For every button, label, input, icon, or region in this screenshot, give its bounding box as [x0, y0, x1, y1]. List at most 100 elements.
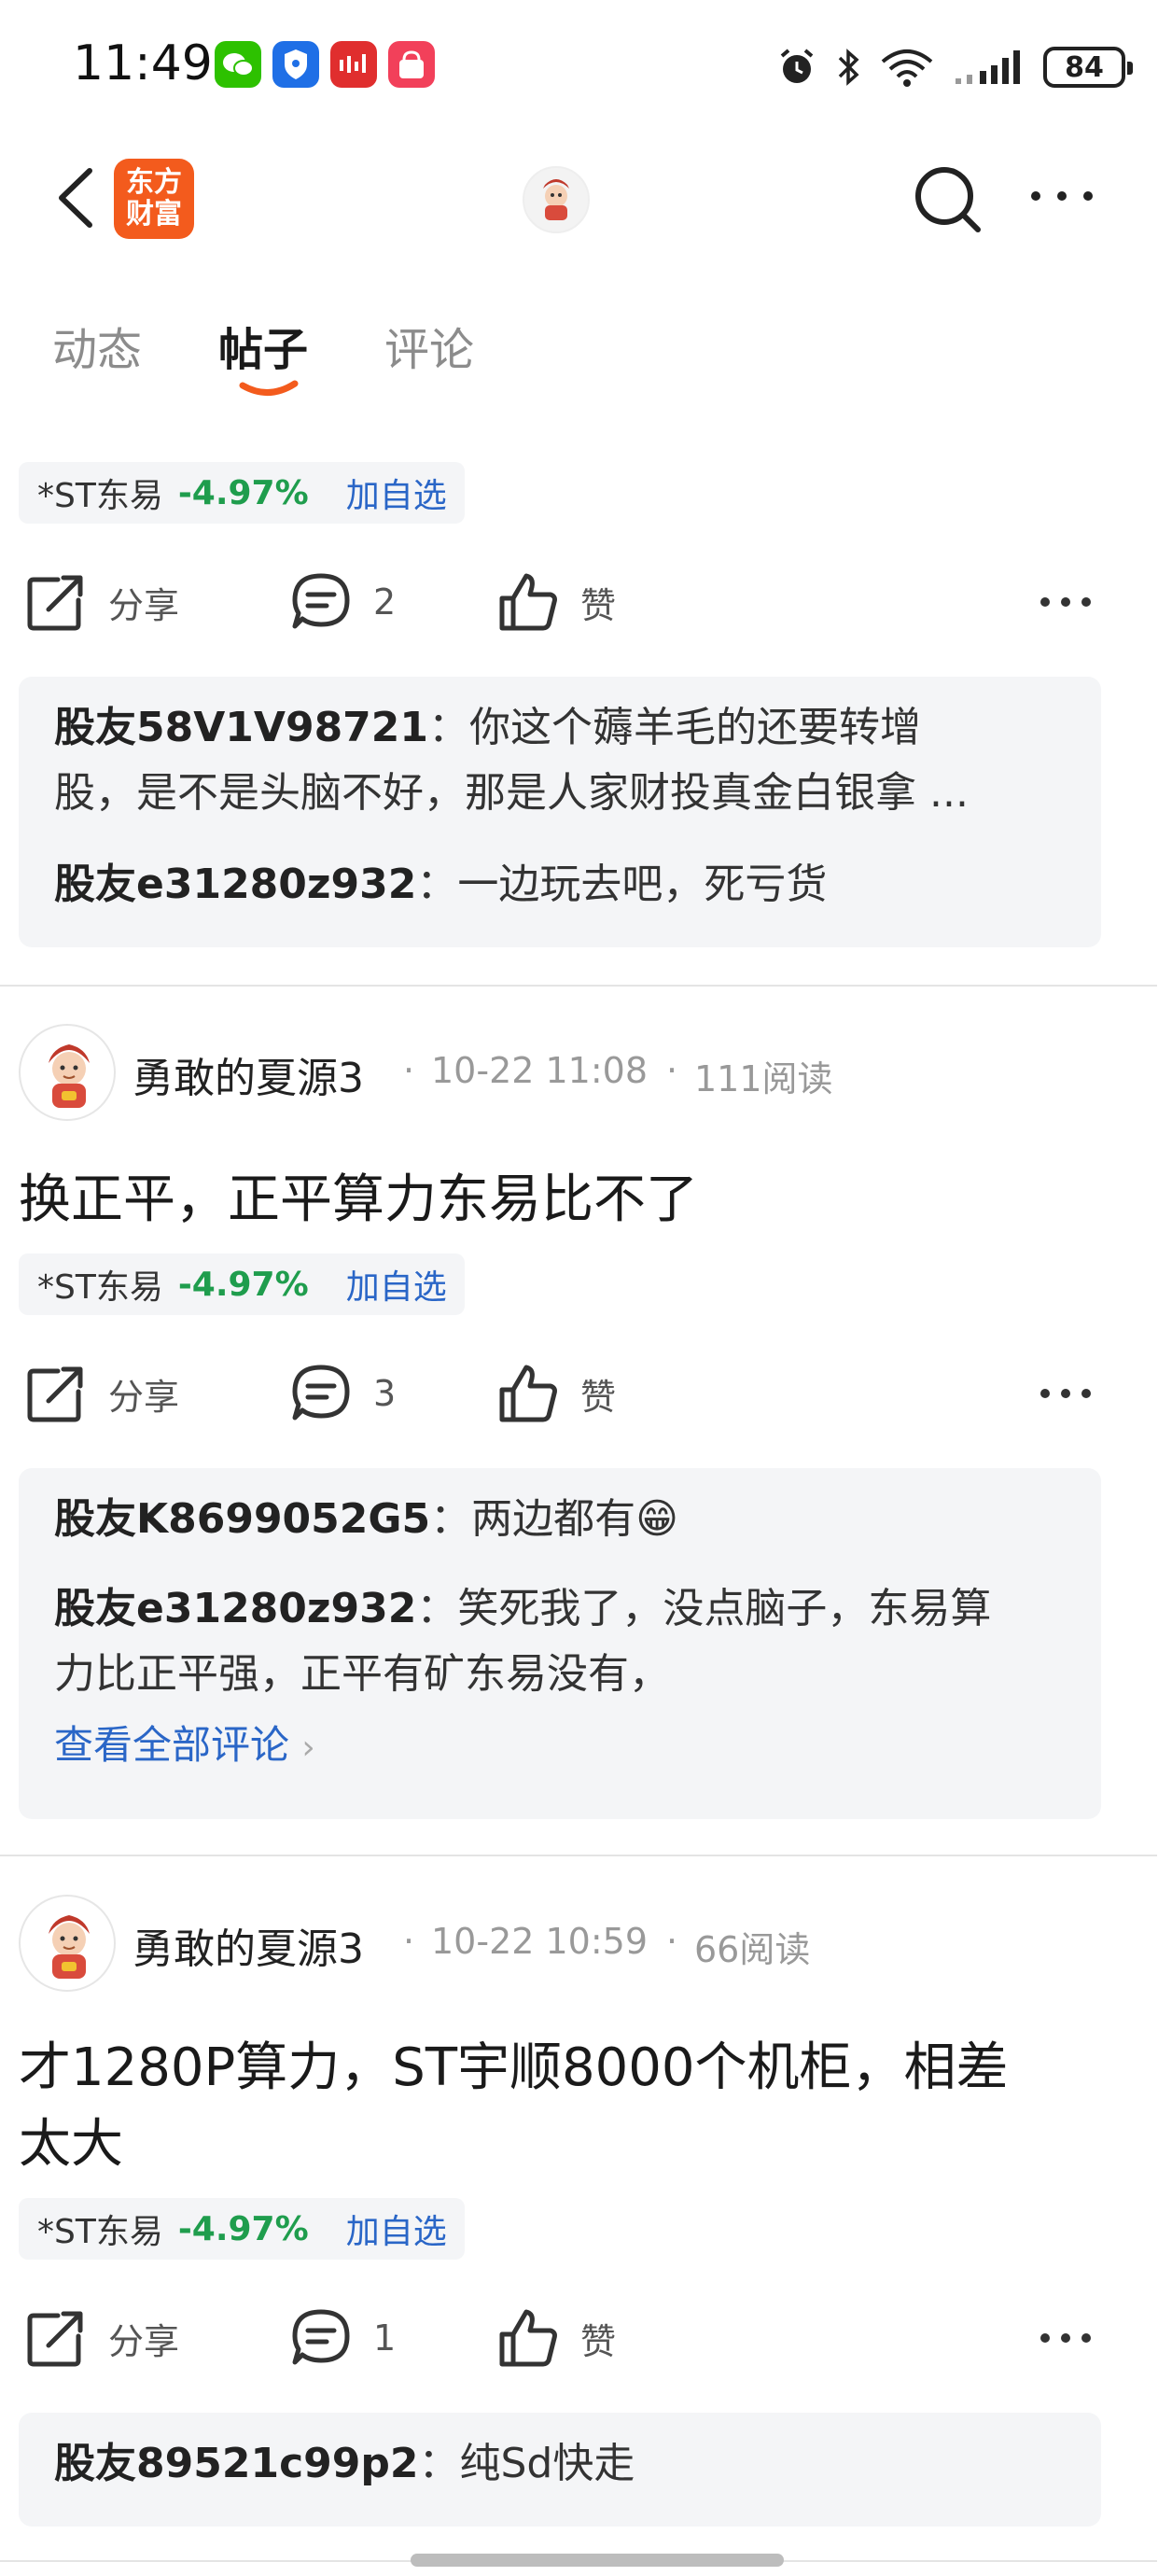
author-avatar[interactable] [19, 1895, 116, 1992]
stock-name: *ST东易 [37, 1268, 163, 1307]
stock-chip[interactable]: *ST东易 -4.97% 加自选 [19, 1253, 465, 1315]
share-button[interactable]: 分享 [26, 565, 179, 639]
post-meta-sep: · [666, 1050, 678, 1091]
thumbs-up-icon [499, 2309, 557, 2367]
more-options-button[interactable] [1025, 177, 1099, 215]
comment-text-cont: 股，是不是头脑不好，那是人家财投真金白银拿 ... [54, 769, 969, 817]
battery-indicator: 84 [1043, 47, 1133, 88]
see-all-comments-link[interactable]: 查看全部评论 › [54, 1713, 1066, 1781]
comment-user[interactable]: 股友e31280z932 [54, 1585, 416, 1632]
add-watchlist-button[interactable]: 加自选 [346, 1260, 447, 1309]
comment-user[interactable]: 股友e31280z932 [54, 861, 416, 908]
thumbs-up-icon [499, 573, 557, 631]
shield-app-icon [272, 41, 319, 88]
post-meta-sep: · [403, 1050, 415, 1091]
like-button[interactable]: 赞 [498, 2301, 616, 2375]
post-time: 10-22 10:59 [431, 1921, 649, 1962]
author-avatar[interactable] [19, 1024, 116, 1121]
back-button[interactable] [49, 163, 105, 233]
status-bar: 11:49 84 [0, 0, 1172, 131]
tab-comments[interactable]: 评论 [384, 313, 474, 378]
read-count: 66阅读 [694, 1929, 811, 1970]
add-watchlist-button[interactable]: 加自选 [346, 2205, 447, 2253]
comment-button[interactable]: 3 [291, 1356, 396, 1431]
share-button[interactable]: 分享 [26, 1356, 179, 1431]
comment-user[interactable]: 股友58V1V98721 [54, 704, 428, 751]
share-icon [27, 575, 83, 631]
status-time: 11:49 [73, 35, 213, 91]
comment-text-cont: 力比正平强，正平有矿东易没有， [54, 1650, 670, 1698]
post-header: 勇敢的夏源3 · 10-22 10:59 · 66阅读 [19, 1895, 1138, 1997]
comment-button[interactable]: 2 [291, 565, 396, 639]
comment-text: 纯Sd快走 [459, 2440, 635, 2487]
comment-icon [292, 1365, 350, 1421]
comment-item: 股友89521c99p2：纯Sd快走 [54, 2440, 635, 2487]
alarm-icon [780, 49, 814, 83]
post-more-icon[interactable] [1036, 1375, 1095, 1412]
comment-count: 2 [373, 581, 397, 623]
comment-icon [292, 2309, 350, 2365]
home-indicator[interactable] [411, 2554, 784, 2567]
post-header: 勇敢的夏源3 · 10-22 11:08 · 111阅读 [19, 1024, 1138, 1127]
comment-icon [292, 573, 350, 629]
content-tabs: 动态 帖子 评论 [0, 280, 1172, 397]
comment-text: 你这个薅羊毛的还要转增 [469, 704, 922, 751]
user-avatar[interactable] [523, 166, 590, 233]
post-actions: 分享 1 赞 [0, 2301, 1172, 2375]
post-time: 10-22 11:08 [431, 1050, 649, 1091]
comment-text: 笑死我了，没点脑子，东易算 [457, 1585, 992, 1632]
active-tab-indicator [239, 380, 299, 396]
east-money-logo[interactable]: 东方 财富 [114, 159, 194, 239]
comment-button[interactable]: 1 [291, 2301, 396, 2375]
tab-posts[interactable]: 帖子 [218, 313, 308, 378]
thumbs-up-icon [499, 1365, 557, 1422]
bluetooth-icon [838, 49, 859, 86]
comment-count: 1 [373, 2317, 397, 2359]
comment-count: 3 [373, 1373, 397, 1414]
comment-preview[interactable]: 股友89521c99p2：纯Sd快走 [19, 2413, 1101, 2527]
author-name[interactable]: 勇敢的夏源3 [133, 1915, 364, 1975]
comment-item: 股友K8699052G5：两边都有😁 [54, 1495, 679, 1543]
share-icon [27, 2311, 83, 2367]
like-button[interactable]: 赞 [498, 1356, 616, 1431]
app-gallery-icon [388, 41, 435, 88]
chevron-right-icon: › [301, 1729, 315, 1767]
post-divider [0, 985, 1157, 987]
comment-user[interactable]: 股友89521c99p2 [54, 2440, 419, 2487]
post-meta-sep: · [403, 1921, 415, 1962]
stock-change: -4.97% [177, 473, 309, 512]
stock-change: -4.97% [177, 2209, 309, 2248]
comment-preview[interactable]: 股友K8699052G5：两边都有😁 股友e31280z932：笑死我了，没点脑… [19, 1468, 1101, 1819]
comment-item: 股友58V1V98721：你这个薅羊毛的还要转增 [54, 704, 922, 751]
post-more-icon[interactable] [1036, 583, 1095, 621]
music-app-icon [330, 41, 377, 88]
comment-text: 两边都有😁 [471, 1495, 679, 1543]
top-nav-bar: 东方 财富 [0, 131, 1172, 266]
comment-item: 股友e31280z932：笑死我了，没点脑子，东易算 [54, 1585, 992, 1632]
post-title[interactable]: 换正平，正平算力东易比不了 [19, 1162, 1120, 1239]
stock-name: *ST东易 [37, 2213, 163, 2251]
tab-dynamics[interactable]: 动态 [52, 313, 142, 378]
add-watchlist-button[interactable]: 加自选 [346, 469, 447, 517]
stock-chip[interactable]: *ST东易 -4.97% 加自选 [19, 2198, 465, 2260]
comment-item: 股友e31280z932：一边玩去吧，死亏货 [54, 861, 828, 908]
share-button[interactable]: 分享 [26, 2301, 179, 2375]
like-button[interactable]: 赞 [498, 565, 616, 639]
post-meta-sep: · [666, 1921, 678, 1962]
post-more-icon[interactable] [1036, 2319, 1095, 2357]
comment-preview[interactable]: 股友58V1V98721：你这个薅羊毛的还要转增 股，是不是头脑不好，那是人家财… [19, 677, 1101, 947]
post-divider [0, 1855, 1157, 1856]
truncated-post-title [21, 397, 38, 427]
comment-text: 一边玩去吧，死亏货 [457, 861, 828, 908]
share-icon [27, 1366, 83, 1422]
wechat-icon [215, 41, 261, 88]
post-title[interactable]: 才1280P算力，ST宇顺8000个机柜，相差 太大 [19, 2030, 1120, 2183]
author-name[interactable]: 勇敢的夏源3 [133, 1044, 364, 1104]
post-actions: 分享 2 赞 [0, 565, 1172, 639]
post-actions: 分享 3 赞 [0, 1356, 1172, 1431]
stock-chip[interactable]: *ST东易 -4.97% 加自选 [19, 462, 465, 524]
read-count: 111阅读 [694, 1058, 833, 1099]
search-button[interactable] [911, 162, 985, 237]
comment-user[interactable]: 股友K8699052G5 [54, 1495, 430, 1543]
signal-icon [956, 50, 1020, 84]
